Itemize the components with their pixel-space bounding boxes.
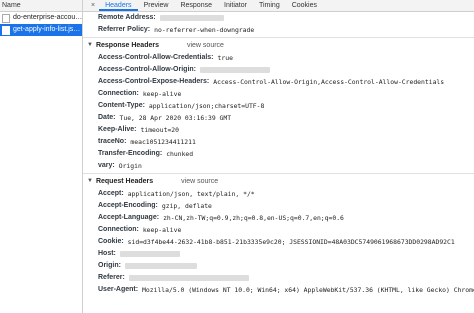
header-row: Content-Type: application/json;charset=UT… xyxy=(83,100,474,112)
header-key: Remote Address: xyxy=(98,14,156,21)
header-row: Connection: keep-alive xyxy=(83,224,474,236)
details-tabs: × Headers Preview Response Initiator Tim… xyxy=(83,0,474,12)
header-key: Keep-Alive: xyxy=(98,126,137,133)
header-key: User-Agent: xyxy=(98,286,139,293)
headers-content: Remote Address: Referrer Policy: no-refe… xyxy=(83,12,474,313)
header-row: Access-Control-Allow-Credentials: true xyxy=(83,52,474,64)
redacted-value xyxy=(128,275,249,281)
tab-cookies[interactable]: Cookies xyxy=(286,0,323,11)
request-item[interactable]: do-enterprise-accou… xyxy=(0,12,82,24)
tab-timing[interactable]: Timing xyxy=(253,0,286,11)
header-value: Mozilla/5.0 (Windows NT 10.0; Win64; x64… xyxy=(142,286,474,294)
header-row: Keep-Alive: timeout=20 xyxy=(83,124,474,136)
tab-initiator[interactable]: Initiator xyxy=(218,0,253,11)
header-value: application/json;charset=UTF-8 xyxy=(148,102,265,110)
header-value: zh-CN,zh-TW;q=0.9,zh;q=0.8,en-US;q=0.7,e… xyxy=(163,214,344,222)
header-row: Host: xyxy=(83,248,474,260)
file-icon xyxy=(2,13,10,23)
header-key: Access-Control-Expose-Headers: xyxy=(98,78,210,85)
header-key: Cookie: xyxy=(98,238,124,245)
section-title: Request Headers xyxy=(95,178,154,185)
header-key: Transfer-Encoding: xyxy=(98,150,163,157)
tab-headers[interactable]: Headers xyxy=(99,0,138,11)
tab-preview[interactable]: Preview xyxy=(138,0,175,11)
divider xyxy=(83,173,474,174)
header-row: Date: Tue, 28 Apr 2020 03:16:39 GMT xyxy=(83,112,474,124)
header-key: Connection: xyxy=(98,226,139,233)
header-value: Tue, 28 Apr 2020 03:16:39 GMT xyxy=(119,114,232,122)
header-row: Access-Control-Allow-Origin: xyxy=(83,64,474,76)
header-key: Content-Type: xyxy=(98,102,145,109)
header-row: Accept-Encoding: gzip, deflate xyxy=(83,200,474,212)
header-key: Accept-Encoding: xyxy=(98,202,158,209)
redacted-value xyxy=(119,251,180,257)
header-value: keep-alive xyxy=(142,226,182,234)
header-row: Referer: xyxy=(83,272,474,284)
file-icon xyxy=(2,25,10,35)
triangle-down-icon[interactable]: ▼ xyxy=(87,175,93,188)
header-value: timeout=20 xyxy=(140,126,179,134)
redacted-value xyxy=(124,263,197,269)
referrer-policy-row: Referrer Policy: no-referrer-when-downgr… xyxy=(83,24,474,36)
header-row: User-Agent: Mozilla/5.0 (Windows NT 10.0;… xyxy=(83,284,474,296)
close-icon[interactable]: × xyxy=(87,0,99,11)
header-key: Host: xyxy=(98,250,116,257)
request-item-label: get-apply-info-list.js… xyxy=(13,26,81,33)
section-title: Response Headers xyxy=(95,42,159,49)
request-item-label: do-enterprise-accou… xyxy=(13,14,82,21)
request-headers-section[interactable]: ▼ Request Headers view source xyxy=(83,175,474,188)
request-list-panel: Name do-enterprise-accou… get-apply-info… xyxy=(0,0,83,313)
header-key: Referer: xyxy=(98,274,125,281)
header-value: sid=d3f4be44-2632-41b8-b851-21b3335e9c20… xyxy=(127,238,455,246)
header-key: Connection: xyxy=(98,90,139,97)
header-value: keep-alive xyxy=(142,90,182,98)
header-key: Referrer Policy: xyxy=(98,26,151,33)
header-value: gzip, deflate xyxy=(161,202,212,210)
header-key: traceNo: xyxy=(98,138,127,145)
header-key: Access-Control-Allow-Credentials: xyxy=(98,54,214,61)
header-value: no-referrer-when-downgrade xyxy=(154,26,255,34)
response-headers-section[interactable]: ▼ Response Headers view source xyxy=(83,39,474,52)
header-key: Accept-Language: xyxy=(98,214,160,221)
header-value: Access-Control-Allow-Origin,Access-Contr… xyxy=(213,78,445,86)
view-source-link[interactable]: view source xyxy=(181,175,218,188)
header-value: chunked xyxy=(166,150,194,158)
header-value: application/json, text/plain, */* xyxy=(127,190,255,198)
remote-address-row: Remote Address: xyxy=(83,12,474,24)
header-value: meac1051234411211 xyxy=(130,138,196,146)
header-value: true xyxy=(217,54,233,62)
triangle-down-icon[interactable]: ▼ xyxy=(87,39,93,52)
header-value: Origin xyxy=(118,162,142,170)
divider xyxy=(83,37,474,38)
header-row: Access-Control-Expose-Headers: Access-Con… xyxy=(83,76,474,88)
header-key: Date: xyxy=(98,114,116,121)
header-row: Cookie: sid=d3f4be44-2632-41b8-b851-21b33… xyxy=(83,236,474,248)
redacted-value xyxy=(200,67,271,73)
header-key: Origin: xyxy=(98,262,121,269)
header-key: Access-Control-Allow-Origin: xyxy=(98,66,197,73)
header-key: vary: xyxy=(98,162,115,169)
view-source-link[interactable]: view source xyxy=(187,39,224,52)
header-row: Transfer-Encoding: chunked xyxy=(83,148,474,160)
request-item-selected[interactable]: get-apply-info-list.js… xyxy=(0,24,82,36)
header-row: Connection: keep-alive xyxy=(83,88,474,100)
header-row: traceNo: meac1051234411211 xyxy=(83,136,474,148)
header-row: vary: Origin xyxy=(83,160,474,172)
header-row: Origin: xyxy=(83,260,474,272)
tab-response[interactable]: Response xyxy=(174,0,218,11)
header-key: Accept: xyxy=(98,190,124,197)
name-column-header[interactable]: Name xyxy=(0,0,82,12)
redacted-value xyxy=(159,15,224,21)
header-row: Accept-Language: zh-CN,zh-TW;q=0.9,zh;q=0… xyxy=(83,212,474,224)
details-panel: × Headers Preview Response Initiator Tim… xyxy=(83,0,474,313)
header-row: Accept: application/json, text/plain, */* xyxy=(83,188,474,200)
